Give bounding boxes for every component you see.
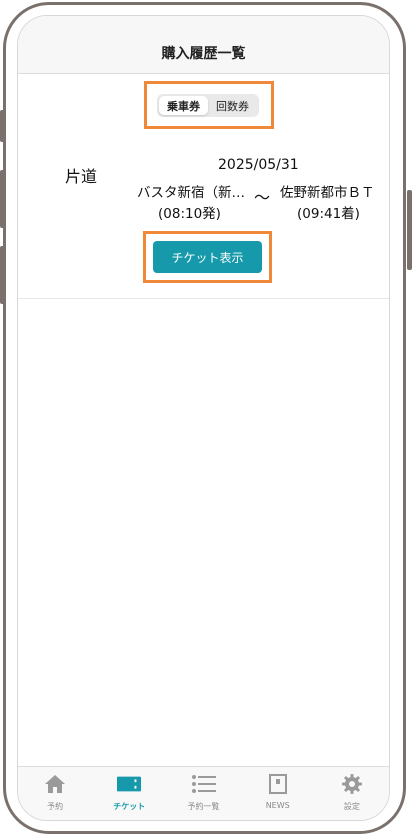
tab-reserve[interactable]: 予約 (18, 767, 92, 820)
tab-reservation-list[interactable]: 予約一覧 (166, 767, 240, 820)
segment-highlight: 乗車券 回数券 (144, 81, 274, 129)
tab-news[interactable]: NEWS (241, 767, 315, 820)
list-divider (18, 298, 389, 299)
tab-settings-label: 設定 (343, 802, 360, 811)
volume-down-button (0, 246, 5, 304)
gear-icon (340, 773, 364, 795)
arrival-time: (09:41着) (297, 206, 360, 222)
tab-reserve-label: 予約 (47, 802, 64, 811)
power-button (407, 190, 412, 270)
nav-header: 購入履歴一覧 (18, 16, 389, 74)
segment-kaisuken[interactable]: 回数券 (208, 96, 257, 115)
departure-time: (08:10発) (158, 206, 221, 222)
news-icon (266, 773, 290, 795)
trip-date: 2025/05/31 (218, 157, 299, 173)
arrival-stop: 佐野新都市ＢＴ (280, 185, 375, 201)
home-icon (43, 773, 67, 795)
ticket-icon (117, 773, 142, 795)
segment-joshaken[interactable]: 乗車券 (159, 96, 208, 115)
tab-news-label: NEWS (265, 801, 290, 810)
ticket-type-segmented-control[interactable]: 乗車券 回数券 (157, 94, 259, 117)
show-ticket-button[interactable]: チケット表示 (153, 241, 262, 273)
tab-ticket-label: チケット (113, 802, 146, 811)
list-icon (191, 773, 216, 795)
route-separator: ～ (254, 188, 271, 207)
silent-switch (0, 110, 5, 142)
trip-type-label: 片道 (65, 167, 98, 186)
volume-up-button (0, 170, 5, 228)
departure-stop: バスタ新宿（新… (137, 185, 245, 201)
tab-bar: 予約 チケット 予約一覧 NEWS 設定 (18, 766, 389, 820)
ticket-button-highlight: チケット表示 (143, 231, 272, 283)
tab-reservation-list-label: 予約一覧 (187, 802, 220, 811)
page-title: 購入履歴一覧 (161, 45, 246, 62)
tab-ticket[interactable]: チケット (92, 767, 166, 820)
tab-settings[interactable]: 設定 (315, 767, 389, 820)
app-screen: 購入履歴一覧 乗車券 回数券 片道 2025/05/31 バスタ新宿（新… (0… (17, 15, 390, 821)
